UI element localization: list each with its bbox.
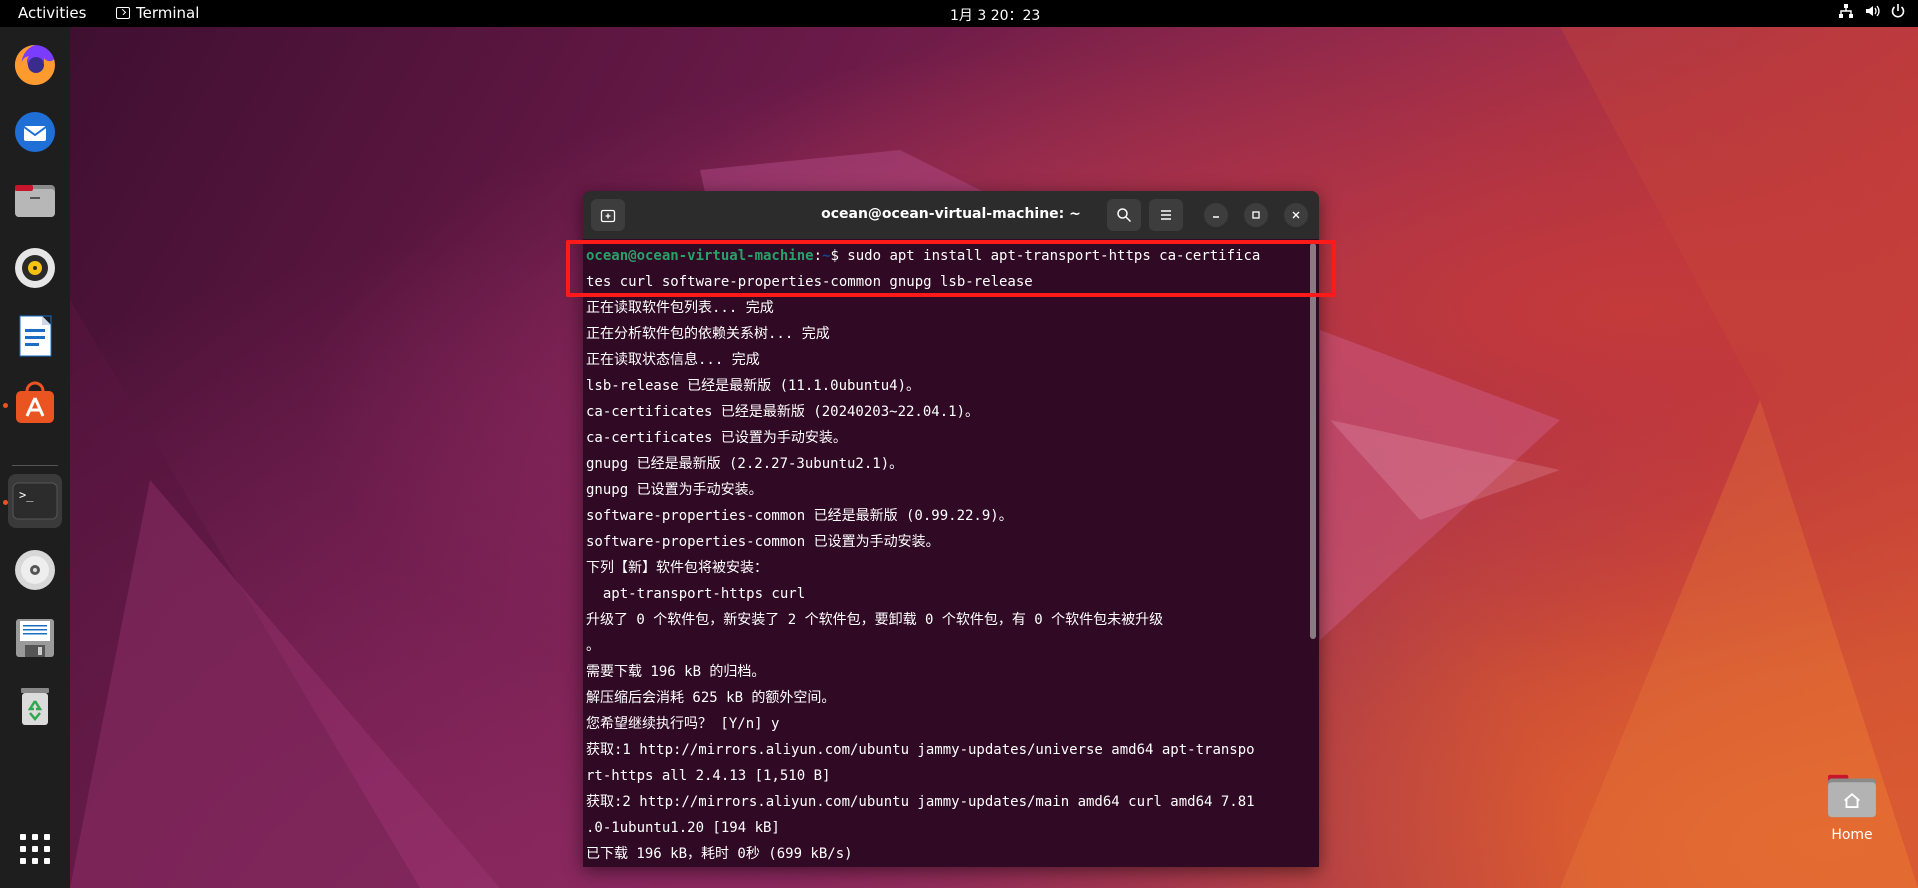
activities-button[interactable]: Activities bbox=[18, 4, 86, 22]
dock-files[interactable] bbox=[8, 173, 62, 227]
dock-save[interactable] bbox=[8, 611, 62, 665]
app-center-icon bbox=[16, 381, 54, 423]
close-button[interactable] bbox=[1284, 203, 1308, 227]
output-line: ca-certificates 已设置为手动安装。 bbox=[586, 430, 847, 446]
dock: >_ bbox=[0, 27, 70, 888]
output-line: 正在分析软件包的依赖关系树... 完成 bbox=[586, 326, 830, 342]
close-icon bbox=[1292, 211, 1300, 219]
svg-text:>_: >_ bbox=[19, 488, 34, 502]
libreoffice-writer-icon bbox=[19, 315, 52, 357]
dock-thunderbird[interactable] bbox=[8, 105, 62, 159]
output-line: 需要下载 196 kB 的归档。 bbox=[586, 664, 766, 680]
clock[interactable]: 1月 3 20：23 bbox=[950, 5, 1040, 25]
show-apps-icon bbox=[20, 834, 50, 864]
app-menu-label: Terminal bbox=[136, 4, 200, 22]
network-icon bbox=[1839, 4, 1853, 18]
output-line: gnupg 已设置为手动安装。 bbox=[586, 482, 763, 498]
dock-firefox[interactable] bbox=[8, 37, 62, 91]
output-line: 升级了 0 个软件包，新安装了 2 个软件包，要卸载 0 个软件包，有 0 个软… bbox=[586, 612, 1164, 628]
output-line: 下列【新】软件包将被安装： bbox=[586, 560, 768, 576]
dock-show-apps[interactable] bbox=[8, 822, 62, 876]
volume-icon bbox=[1866, 5, 1880, 17]
power-icon bbox=[1891, 4, 1905, 18]
output-line: 已下载 196 kB，耗时 0秒 (699 kB/s) bbox=[586, 846, 853, 862]
output-line: 正在读取软件包列表... 完成 bbox=[586, 300, 774, 316]
dock-rhythmbox[interactable] bbox=[8, 241, 62, 295]
output-line: 获取:1 http://mirrors.aliyun.com/ubuntu ja… bbox=[586, 742, 1255, 758]
desktop-home-icon[interactable]: Home bbox=[1814, 773, 1890, 843]
app-menu-terminal[interactable]: Terminal bbox=[116, 4, 199, 22]
output-line: 获取:2 http://mirrors.aliyun.com/ubuntu ja… bbox=[586, 794, 1255, 810]
output-line: rt-https all 2.4.13 [1,510 B] bbox=[586, 768, 831, 784]
terminal-small-icon bbox=[116, 7, 130, 19]
home-label: Home bbox=[1831, 827, 1873, 843]
output-line: apt-transport-https curl bbox=[586, 586, 806, 602]
command-highlight-box bbox=[566, 240, 1336, 297]
output-line: 您希望继续执行吗？ [Y/n] y bbox=[586, 716, 780, 732]
home-folder-icon bbox=[1828, 774, 1876, 818]
maximize-button[interactable] bbox=[1244, 203, 1268, 227]
running-indicator bbox=[3, 500, 8, 505]
output-line: ca-certificates 已经是最新版 (20240203~22.04.1… bbox=[586, 404, 980, 420]
output-line: gnupg 已经是最新版 (2.2.27-3ubuntu2.1)。 bbox=[586, 456, 904, 472]
search-button[interactable] bbox=[1107, 199, 1141, 231]
hamburger-menu-icon bbox=[1161, 210, 1171, 220]
terminal-scrollbar[interactable] bbox=[1310, 243, 1316, 639]
dock-terminal[interactable]: >_ bbox=[8, 474, 62, 528]
top-bar: Activities Terminal 1月 3 20：23 bbox=[0, 0, 1918, 27]
rhythmbox-icon bbox=[15, 248, 55, 288]
disc-icon bbox=[15, 550, 55, 590]
trash-icon bbox=[21, 688, 49, 725]
minimize-icon bbox=[1213, 216, 1219, 218]
search-icon bbox=[1117, 208, 1132, 223]
output-line: .0-1ubuntu1.20 [194 kB] bbox=[586, 820, 780, 836]
floppy-save-icon bbox=[16, 619, 54, 657]
output-line: 解压缩后会消耗 625 kB 的额外空间。 bbox=[586, 690, 836, 706]
terminal-header-bar[interactable]: ocean@ocean-virtual-machine: ~ bbox=[583, 191, 1319, 239]
output-line: lsb-release 已经是最新版 (11.1.0ubuntu4)。 bbox=[586, 378, 921, 394]
thunderbird-icon bbox=[15, 112, 55, 152]
terminal-output[interactable]: ocean@ocean-virtual-machine:~$ sudo apt … bbox=[583, 239, 1308, 867]
menu-button[interactable] bbox=[1149, 199, 1183, 231]
dock-trash[interactable] bbox=[8, 679, 62, 733]
dock-disc[interactable] bbox=[8, 543, 62, 597]
maximize-icon bbox=[1252, 211, 1260, 219]
terminal-icon: >_ bbox=[12, 482, 58, 520]
output-line: software-properties-common 已设置为手动安装。 bbox=[586, 534, 940, 550]
output-line: software-properties-common 已经是最新版 (0.99.… bbox=[586, 508, 1013, 524]
minimize-button[interactable] bbox=[1204, 203, 1228, 227]
dock-writer[interactable] bbox=[8, 309, 62, 363]
files-icon bbox=[15, 185, 55, 217]
running-indicator bbox=[3, 403, 8, 408]
firefox-icon bbox=[14, 44, 55, 85]
dock-app-center[interactable] bbox=[8, 377, 62, 431]
system-tray[interactable] bbox=[1838, 3, 1906, 19]
dock-separator bbox=[12, 465, 58, 466]
output-line: 正在读取状态信息... 完成 bbox=[586, 352, 760, 368]
output-line: 。 bbox=[586, 638, 600, 654]
